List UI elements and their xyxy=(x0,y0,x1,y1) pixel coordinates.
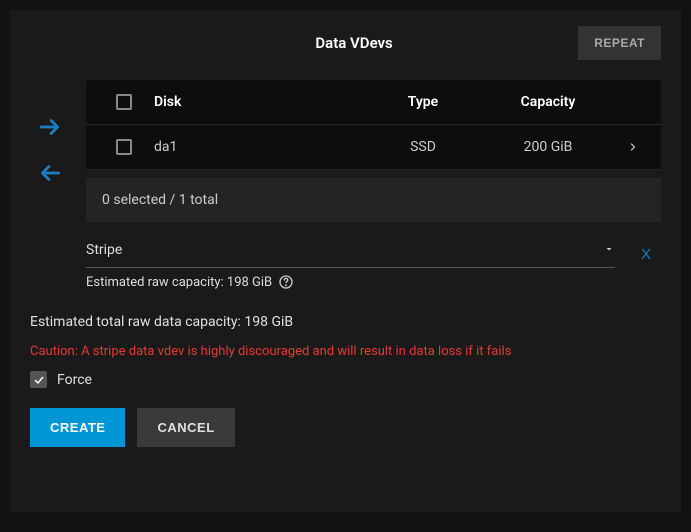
vdev-panel: Data VDevs REPEAT Disk Type Capacity xyxy=(10,10,681,512)
force-checkbox[interactable] xyxy=(30,371,47,388)
estimated-capacity-row: Estimated raw capacity: 198 GiB xyxy=(86,274,615,290)
col-capacity: Capacity xyxy=(483,94,613,110)
main-column: Disk Type Capacity da1 SSD 200 GiB xyxy=(86,80,661,290)
remove-vdev-button[interactable]: X xyxy=(631,238,661,271)
table-row: da1 SSD 200 GiB xyxy=(86,125,661,170)
cell-type: SSD xyxy=(363,139,483,155)
vdev-config-row: Stripe Estimated raw capacity: 198 GiB X xyxy=(86,236,661,290)
header-row: Data VDevs REPEAT xyxy=(30,26,661,60)
cell-disk: da1 xyxy=(154,139,363,155)
vdev-layout-column: Stripe Estimated raw capacity: 198 GiB xyxy=(86,236,615,290)
estimated-capacity-label: Estimated raw capacity: 198 GiB xyxy=(86,275,272,290)
cell-capacity: 200 GiB xyxy=(483,139,613,155)
create-button[interactable]: CREATE xyxy=(30,408,125,447)
row-checkbox[interactable] xyxy=(116,139,132,155)
help-button[interactable] xyxy=(278,274,294,290)
table-header-row: Disk Type Capacity xyxy=(86,80,661,125)
repeat-button[interactable]: REPEAT xyxy=(578,26,661,60)
arrow-left-button[interactable] xyxy=(33,156,67,190)
cancel-button[interactable]: CANCEL xyxy=(137,408,234,447)
force-label: Force xyxy=(57,372,92,388)
expand-row-button[interactable] xyxy=(613,141,653,153)
bottom-section: Estimated total raw data capacity: 198 G… xyxy=(30,314,661,447)
help-icon xyxy=(278,274,294,290)
col-disk: Disk xyxy=(154,94,363,110)
check-icon xyxy=(33,374,45,386)
col-type: Type xyxy=(363,94,483,110)
disk-table: Disk Type Capacity da1 SSD 200 GiB xyxy=(86,80,661,170)
panel-title: Data VDevs xyxy=(130,34,578,52)
arrow-left-icon xyxy=(37,160,63,186)
select-all-checkbox[interactable] xyxy=(116,94,132,110)
layout-dropdown[interactable]: Stripe xyxy=(86,236,615,268)
layout-value: Stripe xyxy=(86,242,122,258)
chevron-right-icon xyxy=(627,141,639,153)
selection-status: 0 selected / 1 total xyxy=(86,178,661,222)
triangle-down-icon xyxy=(603,243,615,255)
arrow-right-icon xyxy=(37,114,63,140)
total-capacity-label: Estimated total raw data capacity: 198 G… xyxy=(30,314,661,330)
force-row: Force xyxy=(30,371,661,388)
action-buttons: CREATE CANCEL xyxy=(30,408,661,447)
content-row: Disk Type Capacity da1 SSD 200 GiB xyxy=(30,80,661,290)
move-arrows xyxy=(30,110,70,190)
dropdown-arrow xyxy=(603,240,615,259)
caution-text: Caution: A stripe data vdev is highly di… xyxy=(30,344,661,359)
arrow-right-button[interactable] xyxy=(33,110,67,144)
